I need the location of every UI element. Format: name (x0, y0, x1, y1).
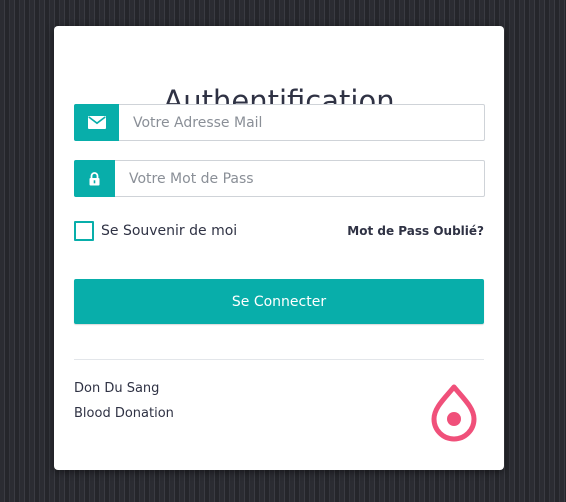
password-input[interactable] (129, 161, 473, 196)
password-field (74, 160, 485, 197)
envelope-icon (74, 104, 119, 141)
remember-me-option[interactable]: Se Souvenir de moi (74, 221, 237, 241)
forgot-password-link[interactable]: Mot de Pass Oublié? (347, 224, 484, 238)
blood-drop-icon (430, 384, 478, 444)
login-button[interactable]: Se Connecter (74, 279, 484, 324)
footer-tagline: Blood Donation (74, 406, 174, 421)
remember-me-label: Se Souvenir de moi (101, 223, 238, 239)
email-input[interactable] (133, 105, 473, 140)
footer-brand-line: Don Du Sang (74, 381, 160, 396)
remember-me-checkbox[interactable] (74, 221, 94, 241)
lock-icon (74, 160, 115, 197)
email-field (74, 104, 485, 141)
divider (74, 359, 484, 360)
login-card: Authentification Se Souvenir de moi Mot … (54, 26, 504, 470)
